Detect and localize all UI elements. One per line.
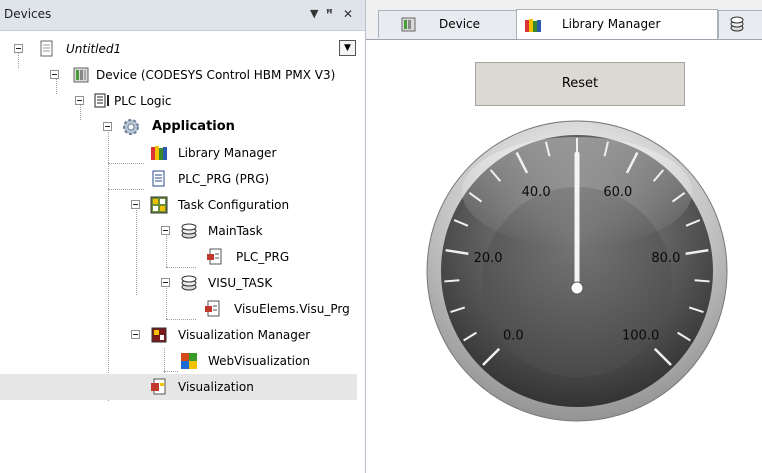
- close-icon[interactable]: ✕: [343, 7, 353, 21]
- program-call-icon: [204, 300, 222, 318]
- tab-label: Device: [439, 17, 481, 31]
- task-icon: [180, 274, 198, 292]
- tree-item-label: PLC Logic: [114, 94, 172, 108]
- application-gear-icon: [122, 118, 140, 136]
- tree-item-visualization[interactable]: Visualization: [0, 374, 357, 400]
- tab-task[interactable]: [718, 10, 762, 38]
- visualization-manager-icon: [150, 326, 168, 344]
- library-books-icon: [150, 144, 168, 162]
- tab-label: Library Manager: [562, 17, 661, 31]
- collapse-toggle-icon[interactable]: [131, 200, 140, 209]
- collapse-toggle-icon[interactable]: [131, 330, 140, 339]
- plc-logic-icon: [94, 92, 112, 110]
- tree-item-label: VISU_TASK: [208, 276, 273, 290]
- tree-item-library-manager[interactable]: Library Manager: [0, 140, 365, 166]
- gauge-scale-label: 100.0: [622, 329, 659, 344]
- collapse-toggle-icon[interactable]: [161, 226, 170, 235]
- devices-panel: Devices ▼ ꟸ ✕ Untitled1 ▼ Device (CODESY…: [0, 0, 366, 473]
- tree-item-label: Library Manager: [178, 146, 277, 160]
- collapse-toggle-icon[interactable]: [50, 70, 59, 79]
- collapse-toggle-icon[interactable]: [14, 44, 23, 53]
- visualization-icon: [150, 378, 168, 396]
- devices-panel-title: Devices: [4, 7, 52, 21]
- task-icon: [180, 222, 198, 240]
- tab-library-manager[interactable]: Library Manager: [516, 9, 718, 39]
- tree-item-label: PLC_PRG: [236, 250, 290, 264]
- tree-item-label: WebVisualization: [208, 354, 310, 368]
- pushpin-icon[interactable]: ꟸ: [326, 7, 333, 20]
- tree-item-device[interactable]: Device (CODESYS Control HBM PMX V3): [0, 62, 365, 88]
- device-icon: [72, 66, 90, 84]
- gauge-scale-label: 20.0: [474, 251, 503, 266]
- gauge-scale-label: 40.0: [522, 185, 551, 200]
- gauge-meter: 0.0 20.0 40.0 60.0 80.0 100.0: [426, 120, 728, 422]
- collapse-toggle-icon[interactable]: [161, 278, 170, 287]
- tree-item-untitled1[interactable]: Untitled1: [0, 36, 365, 62]
- program-document-icon: [150, 170, 168, 188]
- tree-item-plc-logic[interactable]: PLC Logic: [0, 88, 365, 114]
- tree-item-label: Visualization Manager: [178, 328, 311, 342]
- reset-button[interactable]: Reset: [475, 62, 685, 106]
- device-icon: [401, 17, 417, 33]
- device-tree: Untitled1 ▼ Device (CODESYS Control HBM …: [0, 31, 365, 473]
- gauge-scale-label: 80.0: [651, 251, 680, 266]
- gauge-minor-tick: [694, 279, 710, 283]
- program-call-icon: [206, 248, 224, 266]
- tree-item-label: MainTask: [208, 224, 263, 238]
- project-icon: [38, 40, 56, 58]
- tree-item-visualization-manager[interactable]: Visualization Manager: [0, 322, 365, 348]
- collapse-toggle-icon[interactable]: [103, 122, 112, 131]
- tree-item-label: Task Configuration: [178, 198, 290, 212]
- tree-item-maintask[interactable]: MainTask: [0, 218, 365, 244]
- gauge-scale-label: 0.0: [503, 329, 524, 344]
- tree-item-task-configuration[interactable]: Task Configuration: [0, 192, 365, 218]
- editor-area: Device Library Manager Reset 0.0 20.0 40…: [366, 0, 762, 473]
- tree-item-label: Untitled1: [66, 42, 122, 56]
- editor-tabbar: Device Library Manager: [366, 0, 762, 40]
- tree-item-plc-prg-call[interactable]: PLC_PRG: [0, 244, 365, 270]
- web-visualization-icon: [180, 352, 198, 370]
- tree-item-visu-task[interactable]: VISU_TASK: [0, 270, 365, 296]
- devices-panel-header: Devices ▼ ꟸ ✕: [0, 0, 365, 31]
- tree-item-label: Device (CODESYS Control HBM PMX V3): [96, 68, 336, 82]
- library-books-icon: [525, 17, 541, 33]
- tree-item-label: Visualization: [178, 380, 254, 394]
- tree-item-label: VisuElems.Visu_Prg: [234, 302, 350, 316]
- task-configuration-icon: [150, 196, 168, 214]
- panel-menu-chevron-icon[interactable]: ▼: [310, 7, 318, 20]
- collapse-toggle-icon[interactable]: [75, 96, 84, 105]
- gauge-hub: [570, 281, 584, 295]
- tree-item-visuelems-visu-prg[interactable]: VisuElems.Visu_Prg: [0, 296, 365, 322]
- gauge-scale-label: 60.0: [603, 185, 632, 200]
- tree-item-application[interactable]: Application: [0, 114, 365, 140]
- tree-item-label: PLC_PRG (PRG): [178, 172, 270, 186]
- tree-item-label: Application: [152, 119, 235, 134]
- tree-item-webvisualization[interactable]: WebVisualization: [0, 348, 365, 374]
- tree-item-plc-prg[interactable]: PLC_PRG (PRG): [0, 166, 365, 192]
- tab-device[interactable]: Device: [378, 10, 518, 38]
- task-icon: [729, 16, 745, 32]
- gauge-minor-tick: [444, 279, 460, 283]
- project-dropdown-chevron-icon[interactable]: ▼: [339, 40, 356, 56]
